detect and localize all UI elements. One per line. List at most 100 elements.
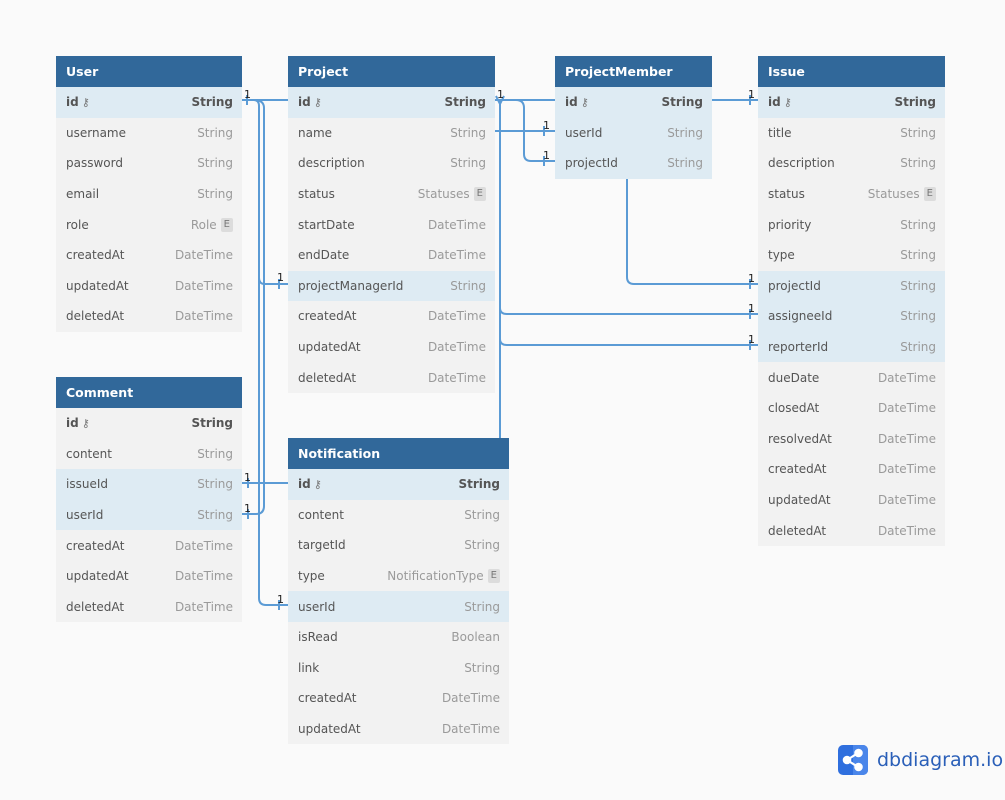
field-row[interactable]: id ⚷ String	[288, 469, 509, 500]
table-header[interactable]: ProjectMember	[555, 56, 712, 87]
field-type: String	[450, 126, 486, 140]
field-type-text: Statuses	[867, 187, 920, 202]
field-name: description	[768, 156, 835, 170]
field-name: id ⚷	[298, 95, 322, 109]
field-row[interactable]: status Statuses E	[758, 179, 945, 210]
table-header[interactable]: Project	[288, 56, 495, 87]
field-type: DateTime	[428, 371, 486, 385]
field-row[interactable]: assigneeId String	[758, 301, 945, 332]
field-row[interactable]: link String	[288, 653, 509, 684]
field-row[interactable]: updatedAt DateTime	[288, 714, 509, 745]
field-row[interactable]: issueId String	[56, 469, 242, 500]
field-row[interactable]: createdAt DateTime	[288, 301, 495, 332]
brand-logo[interactable]: dbdiagram.io	[838, 745, 1003, 775]
field-row[interactable]: userId String	[56, 499, 242, 531]
field-row[interactable]: content String	[288, 500, 509, 531]
field-row[interactable]: id ⚷ String	[288, 87, 495, 118]
field-row[interactable]: projectId String	[555, 148, 712, 179]
field-row[interactable]: deletedAt DateTime	[56, 301, 242, 332]
field-row[interactable]: description String	[288, 148, 495, 179]
field-type-text: String	[661, 95, 703, 110]
field-row[interactable]: createdAt DateTime	[758, 454, 945, 485]
field-row[interactable]: content String	[56, 439, 242, 470]
cardinality-label: 1	[748, 302, 755, 315]
field-row[interactable]: createdAt DateTime	[288, 683, 509, 714]
field-type: String	[444, 95, 486, 109]
field-name: type	[768, 248, 795, 262]
field-row[interactable]: username String	[56, 118, 242, 149]
field-row[interactable]: password String	[56, 148, 242, 179]
field-row[interactable]: updatedAt DateTime	[56, 561, 242, 592]
field-name: issueId	[66, 477, 108, 491]
table-user[interactable]: User id ⚷ String username String password Strin…	[56, 56, 242, 332]
enum-badge: E	[923, 187, 936, 202]
field-row[interactable]: updatedAt DateTime	[56, 271, 242, 302]
field-row[interactable]: projectId String	[758, 270, 945, 302]
field-row[interactable]: priority String	[758, 209, 945, 240]
field-row[interactable]: id ⚷ String	[555, 87, 712, 118]
cardinality-label: 1	[244, 88, 251, 101]
table-project-member[interactable]: ProjectMember id ⚷ String userId String projec…	[555, 56, 712, 179]
field-type: String	[661, 95, 703, 109]
field-row[interactable]: userId String	[288, 591, 509, 622]
field-row[interactable]: type String	[758, 240, 945, 271]
field-row[interactable]: resolvedAt DateTime	[758, 424, 945, 455]
field-row[interactable]: userId String	[555, 117, 712, 149]
field-row[interactable]: title String	[758, 118, 945, 149]
field-row[interactable]: id ⚷ String	[56, 87, 242, 118]
field-row[interactable]: id ⚷ String	[56, 408, 242, 439]
field-row[interactable]: startDate DateTime	[288, 209, 495, 240]
field-name: type	[298, 569, 325, 583]
field-row[interactable]: description String	[758, 148, 945, 179]
field-type: String	[464, 508, 500, 522]
field-type: String	[197, 126, 233, 140]
field-row[interactable]: role Role E	[56, 209, 242, 240]
field-row[interactable]: id ⚷ String	[758, 87, 945, 118]
field-row[interactable]: targetId String	[288, 530, 509, 561]
field-type-text: String	[667, 125, 703, 140]
field-row[interactable]: closedAt DateTime	[758, 393, 945, 424]
field-type: String	[894, 95, 936, 109]
field-row[interactable]: createdAt DateTime	[56, 530, 242, 561]
field-row[interactable]: reporterId String	[758, 331, 945, 363]
field-row[interactable]: deletedAt DateTime	[56, 592, 242, 623]
field-name-text: name	[298, 125, 333, 140]
field-type: String	[900, 156, 936, 170]
field-name-text: userId	[565, 125, 603, 140]
table-comment[interactable]: Comment id ⚷ String content String issueId Stri…	[56, 377, 242, 623]
field-row[interactable]: dueDate DateTime	[758, 362, 945, 393]
field-row[interactable]: updatedAt DateTime	[288, 332, 495, 363]
field-type: DateTime	[878, 371, 936, 385]
table-header[interactable]: Notification	[288, 438, 509, 469]
field-row[interactable]: endDate DateTime	[288, 240, 495, 271]
table-header[interactable]: Comment	[56, 377, 242, 408]
field-name-text: endDate	[298, 248, 350, 263]
field-row[interactable]: deletedAt DateTime	[288, 362, 495, 393]
field-name: resolvedAt	[768, 432, 832, 446]
link-user-project-manager	[242, 99, 288, 285]
field-name-text: status	[298, 187, 335, 202]
field-row[interactable]: createdAt DateTime	[56, 240, 242, 271]
field-name: updatedAt	[768, 493, 831, 507]
field-row[interactable]: deletedAt DateTime	[758, 515, 945, 546]
field-type: DateTime	[428, 340, 486, 354]
field-name: content	[298, 508, 344, 522]
table-header[interactable]: Issue	[758, 56, 945, 87]
field-row[interactable]: name String	[288, 118, 495, 149]
field-row[interactable]: email String	[56, 179, 242, 210]
field-row[interactable]: status Statuses E	[288, 179, 495, 210]
field-row[interactable]: projectManagerId String	[288, 270, 495, 302]
table-project[interactable]: Project id ⚷ String name String description Str…	[288, 56, 495, 393]
table-notification[interactable]: Notification id ⚷ String content String target…	[288, 438, 509, 745]
table-header[interactable]: User	[56, 56, 242, 87]
field-row[interactable]: isRead Boolean	[288, 622, 509, 653]
field-row[interactable]: type NotificationType E	[288, 561, 509, 592]
table-issue[interactable]: Issue id ⚷ String title String description Stri…	[758, 56, 945, 546]
field-name-text: resolvedAt	[768, 431, 832, 446]
link-user-notification	[258, 106, 288, 606]
field-type-text: String	[464, 599, 500, 614]
field-name-text: projectId	[768, 278, 821, 293]
field-row[interactable]: updatedAt DateTime	[758, 485, 945, 516]
field-type: String	[464, 600, 500, 614]
field-name: deletedAt	[66, 309, 124, 323]
